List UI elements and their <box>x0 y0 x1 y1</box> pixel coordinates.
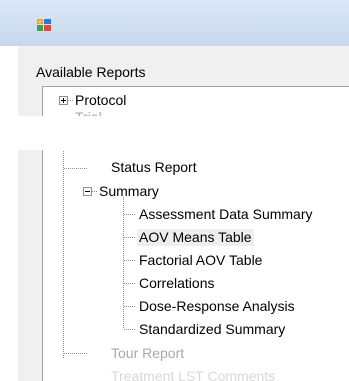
title-bar[interactable] <box>0 0 349 46</box>
tree-item-tour-report[interactable]: Tour Report <box>111 345 184 362</box>
tree-connector <box>124 237 136 238</box>
tree-item-dose-response-analysis[interactable]: Dose-Response Analysis <box>139 298 295 315</box>
tree-item-summary[interactable]: Summary <box>99 183 159 200</box>
available-reports-label: Available Reports <box>36 64 146 80</box>
tree-connector <box>124 260 136 261</box>
tree-item-correlations[interactable]: Correlations <box>139 275 214 292</box>
collapse-summary-icon[interactable] <box>83 187 92 196</box>
tree-item-assessment-data-summary[interactable]: Assessment Data Summary <box>139 206 313 223</box>
tree-connector <box>68 100 73 101</box>
tree-item-status-report[interactable]: Status Report <box>111 159 197 176</box>
tree-connector <box>124 306 136 307</box>
tree-connector <box>124 214 136 215</box>
tree-item-standardized-summary[interactable]: Standardized Summary <box>139 321 285 338</box>
tree-item-protocol[interactable]: Protocol <box>75 92 126 109</box>
tree-item-treatment-lst-comments[interactable]: Treatment LST Comments <box>111 368 275 381</box>
tree-connector <box>64 353 88 354</box>
report-window: Available Reports Protocol Trial Status … <box>0 0 349 381</box>
tree-connector <box>63 151 64 359</box>
tree-connector <box>124 283 136 284</box>
tree-connector <box>123 197 124 329</box>
screenshot-gap <box>0 116 349 150</box>
app-icon <box>37 19 51 31</box>
tree-item-factorial-aov-table[interactable]: Factorial AOV Table <box>139 252 262 269</box>
tree-connector <box>64 168 88 169</box>
tree-item-aov-means-table[interactable]: AOV Means Table <box>137 229 254 246</box>
expand-protocol-icon[interactable] <box>59 96 68 105</box>
tree-connector <box>92 191 97 192</box>
tree-connector <box>124 329 136 330</box>
